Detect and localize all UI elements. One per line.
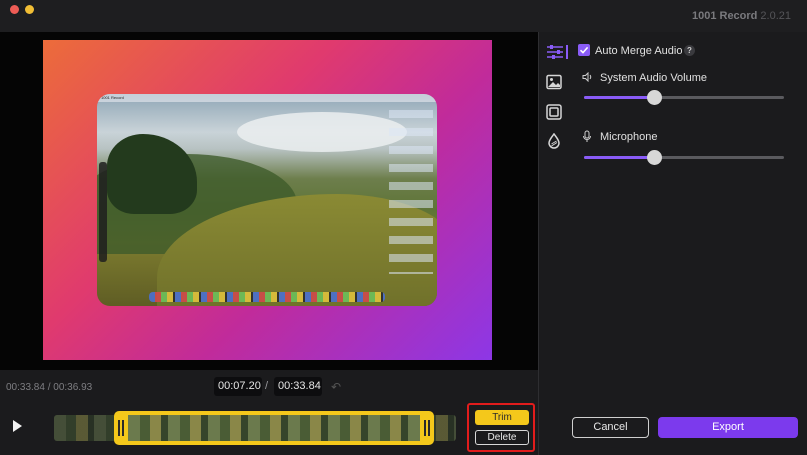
microphone-volume-slider[interactable] [584,150,784,165]
auto-merge-audio-label: Auto Merge Audio [595,45,683,57]
close-window-button[interactable] [10,5,19,14]
app-name: 1001 Record [691,10,758,22]
recorded-menubar: 1001 Record [97,94,437,102]
recorded-menubar-text: 1001 Record [101,95,124,100]
speaker-icon [582,71,593,85]
recorded-dock [149,292,385,302]
help-icon[interactable]: ? [684,45,695,56]
frame-icon [546,104,562,120]
trim-end-handle[interactable] [424,420,430,436]
play-button[interactable] [10,419,24,433]
minimize-window-button[interactable] [25,5,34,14]
microphone-label: Microphone [600,131,658,143]
tab-adjust[interactable] [546,44,564,62]
tab-watermark[interactable] [546,133,564,151]
trim-actions-panel: Trim Delete [467,403,535,452]
checkmark-icon [579,46,589,54]
time-separator: / [265,380,269,392]
system-audio-volume-label: System Audio Volume [600,72,708,84]
image-icon [546,74,562,90]
gradient-background: 1001 Record [43,40,492,360]
cancel-button[interactable]: Cancel [572,417,649,438]
undo-icon[interactable]: ↶ [331,380,341,394]
video-preview: 1001 Record [0,32,538,370]
system-audio-volume-fill [584,96,654,99]
selected-clip [128,415,420,441]
adjust-icon [547,45,563,59]
play-icon [13,420,22,432]
trim-start-time[interactable]: 00:07.20 [214,377,262,396]
export-button[interactable]: Export [658,417,798,438]
recorded-screen-frame: 1001 Record [97,94,437,306]
watermark-icon [548,133,560,149]
system-audio-volume-slider[interactable] [584,90,784,105]
system-audio-volume-thumb[interactable] [647,90,662,105]
tab-frame[interactable] [546,104,564,122]
trim-button[interactable]: Trim [475,410,529,425]
trim-selection[interactable] [114,411,434,445]
recorded-desktop-icons [389,104,433,274]
panel-divider [538,32,539,455]
trim-start-handle[interactable] [118,420,124,436]
app-version: 2.0.21 [760,10,791,22]
delete-button[interactable]: Delete [475,430,529,445]
recorded-toolstrip [99,162,107,262]
tab-background-image[interactable] [546,74,564,92]
auto-merge-audio-checkbox[interactable] [578,44,590,56]
microphone-volume-fill [584,156,654,159]
app-title: 1001 Record 2.0.21 [692,10,791,22]
microphone-volume-thumb[interactable] [647,150,662,165]
microphone-icon [582,130,592,143]
active-tab-indicator [566,45,568,59]
title-bar: 1001 Record 2.0.21 [0,0,807,32]
trim-end-time[interactable]: 00:33.84 [274,377,322,396]
elapsed-time: 00:33.84 / 00:36.93 [6,382,93,393]
